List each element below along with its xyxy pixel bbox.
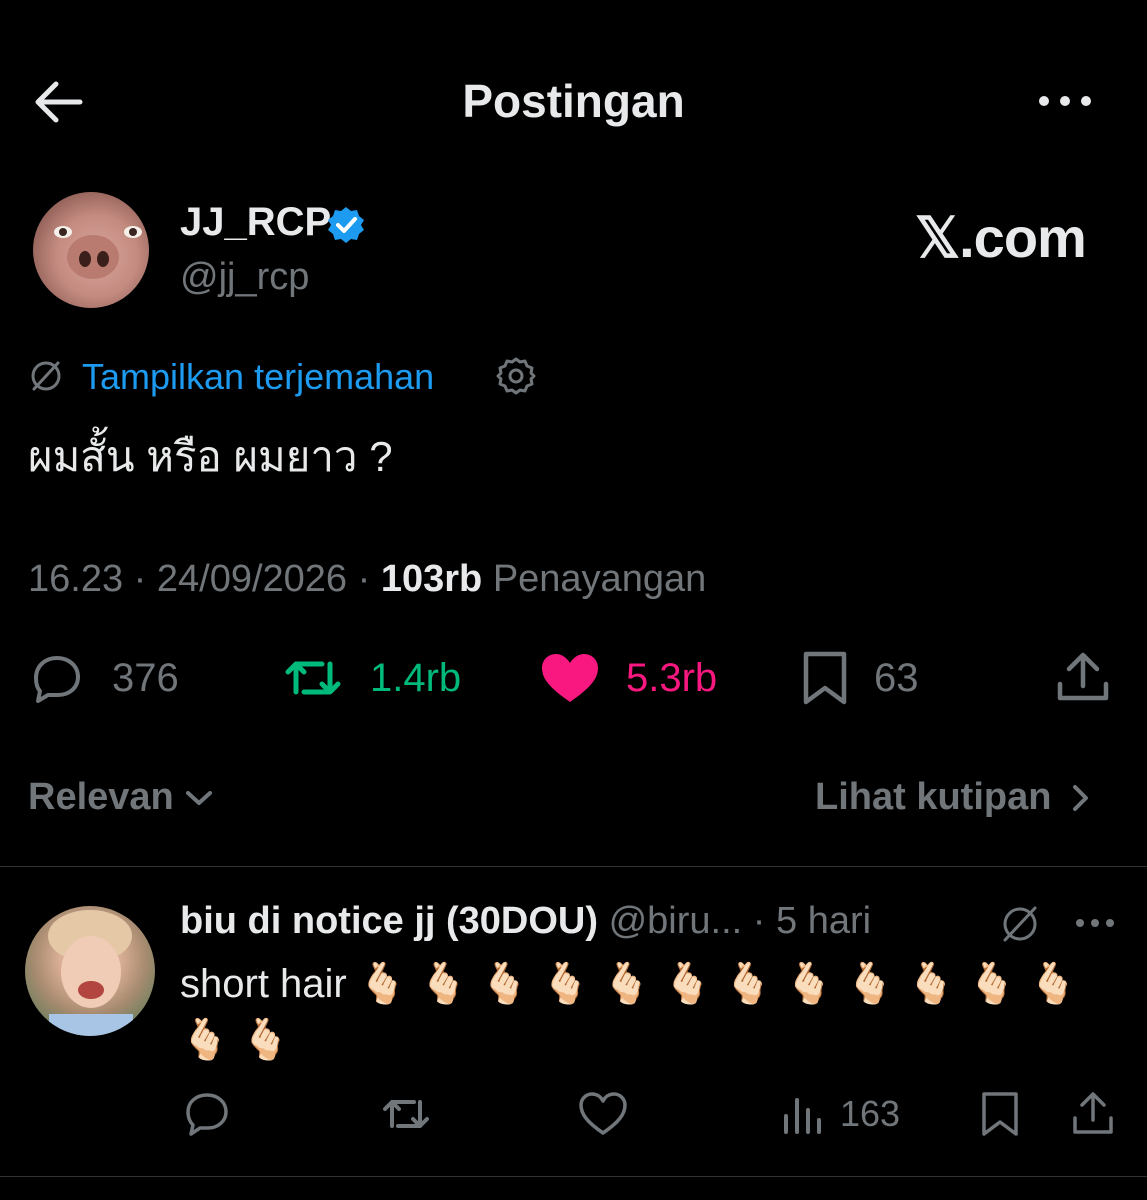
- author-avatar[interactable]: [33, 192, 149, 308]
- reply-views-count: 163: [840, 1093, 901, 1134]
- reply-like-button[interactable]: [578, 1090, 628, 1138]
- globe-icon: [998, 902, 1042, 946]
- post-meta: 16.23 · 24/09/2026 · 103rb Penayangan: [28, 558, 706, 601]
- more-icon: [1039, 96, 1091, 106]
- reply-text: short hair 🫰🏻 🫰🏻 🫰🏻 🫰🏻 🫰🏻 🫰🏻 🫰🏻 🫰🏻 🫰🏻 🫰🏻…: [180, 962, 1078, 1062]
- repost-icon: [383, 1100, 429, 1128]
- views-icon: [784, 1098, 821, 1134]
- reply-header: biu di notice jj (30DOU) @biru... · 5 ha…: [180, 900, 871, 943]
- reply-author-name[interactable]: biu di notice jj (30DOU): [180, 900, 598, 942]
- chevron-right-icon: [1073, 784, 1089, 811]
- avatar-image: [54, 226, 142, 279]
- chevron-down-icon: [185, 790, 212, 805]
- reply-age[interactable]: 5 hari: [776, 900, 871, 942]
- share-icon: [1073, 1092, 1113, 1134]
- bookmark-button[interactable]: 63: [802, 650, 919, 706]
- divider: [0, 866, 1147, 867]
- reply-repost-button[interactable]: [380, 1090, 432, 1138]
- post-text: ผมสั้น หรือ ผมยาว ?: [28, 433, 393, 480]
- gear-icon[interactable]: [496, 356, 536, 396]
- reply-share-button[interactable]: [1070, 1090, 1116, 1138]
- reply-author-handle[interactable]: @biru...: [609, 900, 743, 942]
- like-count: 5.3rb: [626, 655, 718, 700]
- heart-icon: [542, 654, 598, 702]
- show-translation-link[interactable]: Tampilkan terjemahan: [82, 356, 434, 398]
- views-count[interactable]: 103rb: [381, 558, 482, 600]
- repost-count: 1.4rb: [370, 655, 462, 700]
- sort-label: Relevan: [28, 776, 174, 818]
- share-icon: [1057, 652, 1109, 701]
- view-quotes-link[interactable]: Lihat kutipan: [815, 776, 1095, 819]
- reply-count: 376: [112, 655, 179, 700]
- reply-author-avatar[interactable]: [25, 906, 155, 1036]
- separator: ·: [357, 558, 381, 600]
- author-handle[interactable]: @jj_rcp: [180, 256, 309, 299]
- reply-button[interactable]: 376: [28, 650, 179, 706]
- repost-icon: [285, 661, 341, 695]
- reply-icon: [186, 1093, 228, 1136]
- share-button[interactable]: [1054, 650, 1112, 706]
- brand-watermark: 𝕏.com: [915, 206, 1087, 269]
- globe-icon: [28, 358, 64, 394]
- separator: ·: [133, 558, 157, 600]
- author-display-name[interactable]: JJ_RCP: [180, 200, 331, 245]
- reply-reply-button[interactable]: [184, 1090, 230, 1138]
- avatar-image: [48, 910, 133, 1036]
- heart-icon: [579, 1092, 627, 1135]
- reply-views-button[interactable]: 163: [780, 1090, 900, 1138]
- like-button[interactable]: 5.3rb: [540, 650, 717, 706]
- page-title: Postingan: [462, 75, 685, 127]
- bookmark-icon: [982, 1092, 1018, 1136]
- reply-bookmark-button[interactable]: [980, 1090, 1020, 1138]
- bookmark-count: 63: [874, 655, 919, 700]
- divider: [0, 1176, 1147, 1177]
- reply-more-button[interactable]: [1072, 912, 1118, 934]
- repost-button[interactable]: 1.4rb: [282, 650, 461, 706]
- post-time: 16.23: [28, 558, 124, 600]
- bookmark-icon: [803, 651, 847, 705]
- reply-icon: [34, 656, 80, 703]
- more-icon: [1076, 919, 1114, 927]
- post-date: 24/09/2026: [156, 558, 348, 600]
- more-options-button[interactable]: [1030, 86, 1100, 116]
- view-quotes-label: Lihat kutipan: [815, 776, 1052, 818]
- separator: ·: [752, 900, 766, 942]
- views-label: Penayangan: [492, 558, 707, 600]
- verified-badge-icon: [326, 205, 366, 245]
- sort-dropdown[interactable]: Relevan: [28, 776, 216, 819]
